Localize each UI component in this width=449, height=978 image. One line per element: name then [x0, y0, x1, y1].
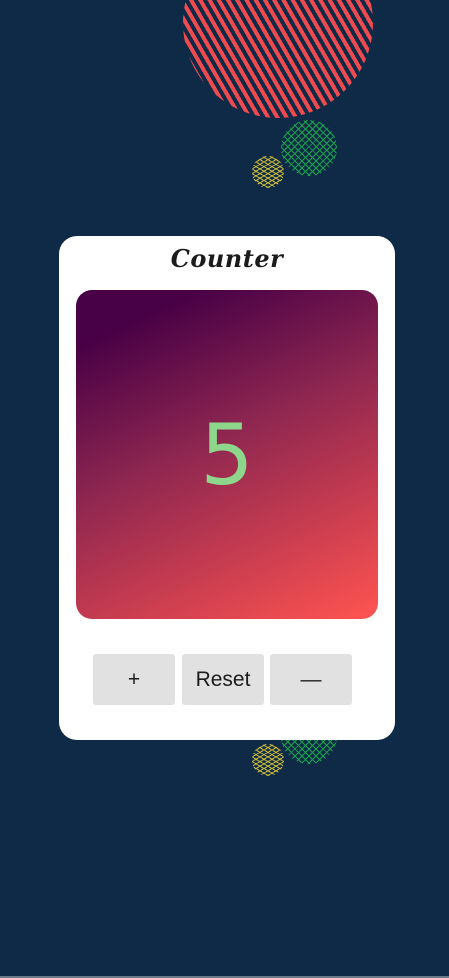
- decorative-yellow-zigzag-circle: [252, 156, 284, 188]
- app-page: Counter 5 + Reset —: [0, 0, 449, 978]
- decorative-striped-circle: [183, 0, 373, 118]
- counter-card: Counter 5 + Reset —: [59, 236, 395, 740]
- counter-value: 5: [200, 405, 254, 504]
- counter-display: 5: [76, 290, 378, 619]
- decorative-green-dotted-circle: [281, 120, 337, 176]
- counter-title: Counter: [170, 244, 284, 273]
- increment-button[interactable]: +: [93, 654, 175, 705]
- decorative-yellow-zigzag-circle-bottom: [252, 744, 284, 776]
- reset-button[interactable]: Reset: [182, 654, 264, 705]
- decrement-button[interactable]: —: [270, 654, 352, 705]
